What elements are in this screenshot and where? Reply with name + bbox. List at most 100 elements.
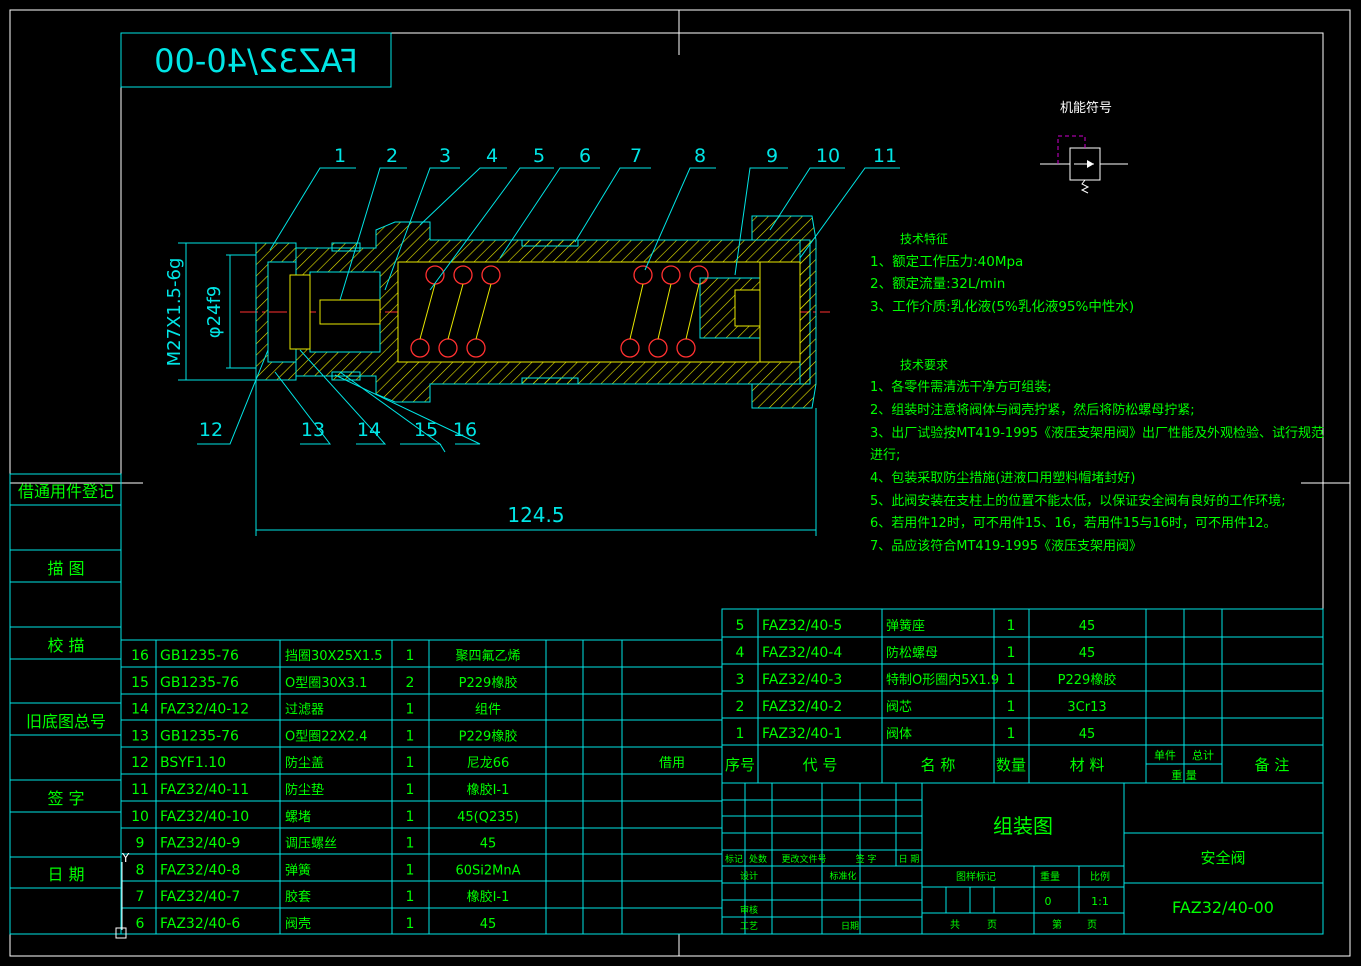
bom-row-material: P229橡胶 — [459, 675, 518, 691]
bom-row-name: 防尘垫 — [285, 782, 324, 798]
bom-row-code: FAZ32/40-4 — [762, 645, 842, 661]
assembly-drawing — [240, 215, 830, 409]
tech-specs: 技术特征 1、额定工作压力:40Mpa 2、额定流量:32L/min 3、工作介… — [870, 231, 1134, 315]
page-label: 第 — [1052, 918, 1062, 931]
date-label: 日期 — [841, 921, 859, 932]
bom-row-material: 聚四氟乙烯 — [455, 649, 520, 664]
bom-row-material: P229橡胶 — [1058, 672, 1117, 688]
bom-row-material: 橡胶I-1 — [467, 782, 510, 798]
bom-row-no: 3 — [736, 672, 745, 688]
bom-row-no: 12 — [131, 755, 149, 771]
bom-row-no: 5 — [736, 618, 745, 634]
bom-row-note: 借用 — [659, 756, 685, 771]
standard-label: 标准化 — [829, 870, 856, 882]
bom-header-material: 材 料 — [1070, 756, 1105, 774]
bom-row-material: 橡胶I-1 — [467, 889, 510, 905]
bom-row-name: O型圈30X3.1 — [285, 676, 367, 691]
mirrored-code-text: FAZ32/40-00 — [154, 42, 358, 80]
page-label-2: 页 — [1087, 919, 1097, 931]
tech-req-line: 7、品应该符合MT419-1995《液压支架用阀》 — [870, 538, 1142, 554]
dim-length: 124.5 — [507, 503, 564, 527]
bom-row-code: FAZ32/40-11 — [160, 782, 249, 798]
bom-left-rows: 16 GB1235-76 挡圈30X25X1.5 1 聚四氟乙烯 15 GB1235-76 O… — [131, 648, 685, 932]
strip-label: 描 图 — [47, 559, 84, 578]
bom-row-qty: 1 — [1007, 645, 1016, 661]
bom-row-code: BSYF1.10 — [160, 755, 226, 771]
bom-row-name: O型圈22X2.4 — [285, 729, 367, 744]
callout-15: 15 — [414, 419, 438, 441]
bom-row-no: 9 — [136, 836, 145, 852]
callout-9: 9 — [766, 145, 778, 167]
callout-8: 8 — [694, 145, 706, 167]
bom-row-name: 防松螺母 — [886, 645, 938, 661]
tech-req-line: 6、若用件12时，可不用件15、16，若用件15与16时，可不用件12。 — [870, 515, 1277, 531]
tech-spec-line: 1、额定工作压力:40Mpa — [870, 254, 1023, 270]
strip-label: 签 字 — [47, 789, 84, 808]
bom-row-qty: 1 — [406, 862, 415, 878]
bom-row-material: 尼龙66 — [467, 756, 510, 771]
bom-row-name: 螺堵 — [285, 810, 311, 825]
weight-label: 重量 — [1040, 870, 1060, 883]
bom-row-no: 15 — [131, 675, 149, 691]
ucs-y-label: Y — [121, 851, 130, 865]
callout-16: 16 — [453, 419, 477, 441]
bom-row-qty: 1 — [406, 916, 415, 932]
rev-label: 日 期 — [899, 854, 920, 865]
callout-13: 13 — [301, 419, 325, 441]
bom-row-qty: 1 — [406, 889, 415, 905]
bom-row-code: FAZ32/40-5 — [762, 618, 842, 634]
symbol-title: 机能符号 — [1060, 100, 1112, 116]
tech-req-line: 5、此阀安装在支柱上的位置不能太低，以保证安全阀有良好的工作环境; — [870, 493, 1286, 509]
bom-row-material: 45(Q235) — [457, 810, 519, 825]
bom-row-name: 阀体 — [886, 727, 912, 742]
callout-2: 2 — [386, 145, 398, 167]
bom-row-name: 弹簧 — [285, 862, 311, 878]
review-label: 审核 — [740, 904, 758, 916]
bom-row-material: 45 — [1079, 646, 1096, 661]
callouts-bottom: 12 13 14 15 16 — [199, 419, 477, 441]
bom-row-qty: 1 — [406, 782, 415, 798]
sheet-label: 页 — [987, 919, 997, 931]
bom-row-code: FAZ32/40-1 — [762, 726, 842, 742]
strip-label: 日 期 — [47, 865, 84, 884]
bom-row-material: 45 — [1079, 619, 1096, 634]
callout-3: 3 — [439, 145, 451, 167]
callouts-top: 1 2 3 4 5 6 7 8 9 10 11 — [334, 145, 897, 167]
process-label: 工艺 — [740, 921, 758, 932]
weight-value: 0 — [1045, 895, 1052, 908]
bom-row-name: 特制O形圈内5X1.9 — [886, 672, 999, 688]
bom-row-no: 14 — [131, 702, 149, 718]
bom-row-code: FAZ32/40-3 — [762, 672, 842, 688]
mirrored-code-box: FAZ32/40-00 — [120, 32, 392, 88]
bom-row-material: P229橡胶 — [459, 728, 518, 744]
tech-req-line: 2、组装时注意将阀体与阀壳拧紧，然后将防松螺母拧紧; — [870, 402, 1195, 418]
bom-row-code: GB1235-76 — [160, 648, 239, 664]
bom-row-name: 阀壳 — [285, 917, 311, 932]
bom-header-single: 单件 — [1154, 749, 1176, 762]
bom-row-no: 13 — [131, 728, 149, 744]
bom-header-total: 总计 — [1192, 748, 1214, 762]
rev-label: 更改文件号 — [781, 853, 826, 865]
bom-row-name: 挡圈30X25X1.5 — [285, 649, 383, 664]
dim-thread: M27X1.5-6g — [164, 258, 185, 367]
bom-row-qty: 1 — [406, 728, 415, 744]
dim-diameter: φ24f9 — [204, 286, 225, 339]
bom-header-no: 序号 — [725, 756, 755, 774]
rev-label: 处数 — [749, 853, 767, 865]
bom-row-material: 45 — [480, 917, 497, 932]
bom-row-no: 16 — [131, 648, 149, 664]
strip-label: 旧底图总号 — [26, 712, 106, 731]
tech-specs-title: 技术特征 — [900, 231, 948, 246]
bom-row-name: 过滤器 — [285, 703, 324, 718]
bom-row-code: FAZ32/40-8 — [160, 862, 240, 878]
bom-header-weight: 重 量 — [1171, 768, 1197, 782]
tech-req-line: 进行; — [870, 448, 900, 463]
callout-5: 5 — [533, 145, 545, 167]
bom-row-no: 10 — [131, 809, 149, 825]
tech-req-line: 4、包装采取防尘措施(进液口用塑料帽堵封好) — [870, 470, 1135, 486]
bom-row-code: FAZ32/40-9 — [160, 836, 240, 852]
bom-row-material: 60Si2MnA — [455, 863, 520, 878]
bom-header-name: 名 称 — [921, 756, 956, 774]
bom-row-code: FAZ32/40-7 — [160, 889, 240, 905]
bom-row-code: GB1235-76 — [160, 675, 239, 691]
